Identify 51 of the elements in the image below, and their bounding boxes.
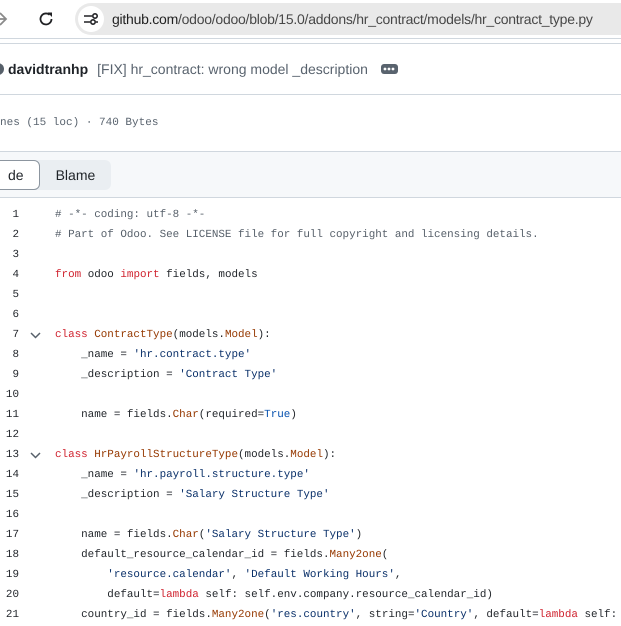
line-number: 14 bbox=[4, 469, 19, 481]
line-number: 4 bbox=[11, 269, 19, 281]
code-line: # -*- coding: utf-8 -*- bbox=[55, 209, 206, 221]
view-tab[interactable]: Blame bbox=[40, 160, 112, 190]
line-number: 9 bbox=[11, 369, 19, 381]
line-number: 21 bbox=[4, 609, 19, 621]
code-line: _description = 'Contract Type' bbox=[80, 369, 278, 381]
code-line: from odoo import fields, models bbox=[55, 269, 258, 281]
collapse-chevron-icon[interactable] bbox=[30, 452, 41, 458]
code-line: _name = 'hr.payroll.structure.type' bbox=[80, 469, 310, 481]
line-number: 7 bbox=[11, 329, 19, 341]
line-number: 6 bbox=[11, 309, 19, 321]
code-line: country_id = fields.Many2one('res.country', string='Country', default=lambda self: bbox=[80, 609, 618, 621]
code-line: _description = 'Salary Structure Type' bbox=[80, 489, 330, 501]
line-number: 12 bbox=[4, 429, 19, 441]
commit-message[interactable]: [FIX] hr_contract: wrong model _description bbox=[97, 61, 368, 77]
code-line: class ContractType(models.Model): bbox=[55, 329, 271, 341]
line-number: 19 bbox=[4, 569, 19, 581]
commit-author[interactable]: davidtranhp bbox=[8, 61, 88, 77]
code-line: name = fields.Char('Salary Structure Type') bbox=[80, 529, 362, 541]
line-number: 10 bbox=[4, 389, 19, 401]
line-number: 15 bbox=[4, 489, 19, 501]
code-line: 'resource.calendar', 'Default Working Hours', bbox=[106, 569, 402, 581]
line-number: 1 bbox=[11, 209, 19, 221]
forward-arrow-icon[interactable] bbox=[0, 11, 8, 27]
line-number: 11 bbox=[4, 409, 19, 421]
code-line: class HrPayrollStructureType(models.Model): bbox=[55, 449, 336, 461]
site-settings-icon[interactable] bbox=[78, 6, 104, 32]
code-line: default=lambda self: self.env.company.resource_calendar_id) bbox=[106, 589, 493, 601]
code-line: name = fields.Char(required=True) bbox=[80, 409, 297, 421]
url-text: github.com/odoo/odoo/blob/15.0/addons/hr_contract/models/hr_contract_type.py bbox=[112, 11, 593, 27]
line-number: 5 bbox=[11, 289, 19, 301]
line-number: 17 bbox=[4, 529, 19, 541]
reload-icon[interactable] bbox=[38, 11, 54, 27]
collapse-chevron-icon[interactable] bbox=[30, 332, 41, 338]
code-line: default_resource_calendar_id = fields.Many2one( bbox=[80, 549, 388, 561]
code-line: # Part of Odoo. See LICENSE file for full copyright and licensing details. bbox=[55, 229, 539, 241]
file-info: nes (15 loc) · 740 Bytes bbox=[0, 117, 158, 129]
line-number: 8 bbox=[11, 349, 19, 361]
more-button[interactable] bbox=[380, 64, 398, 74]
view-tab[interactable]: de bbox=[0, 160, 40, 190]
line-number: 16 bbox=[4, 509, 19, 521]
avatar-icon bbox=[0, 63, 4, 75]
line-number: 20 bbox=[4, 589, 19, 601]
line-number: 3 bbox=[11, 249, 19, 261]
code-line: _name = 'hr.contract.type' bbox=[80, 349, 252, 361]
ellipsis-icon bbox=[383, 67, 396, 71]
line-number: 13 bbox=[4, 449, 19, 461]
line-number: 18 bbox=[4, 549, 19, 561]
address-bar[interactable]: github.com/odoo/odoo/blob/15.0/addons/hr_contract/models/hr_contract_type.py bbox=[75, 3, 621, 35]
line-number: 2 bbox=[11, 229, 19, 241]
